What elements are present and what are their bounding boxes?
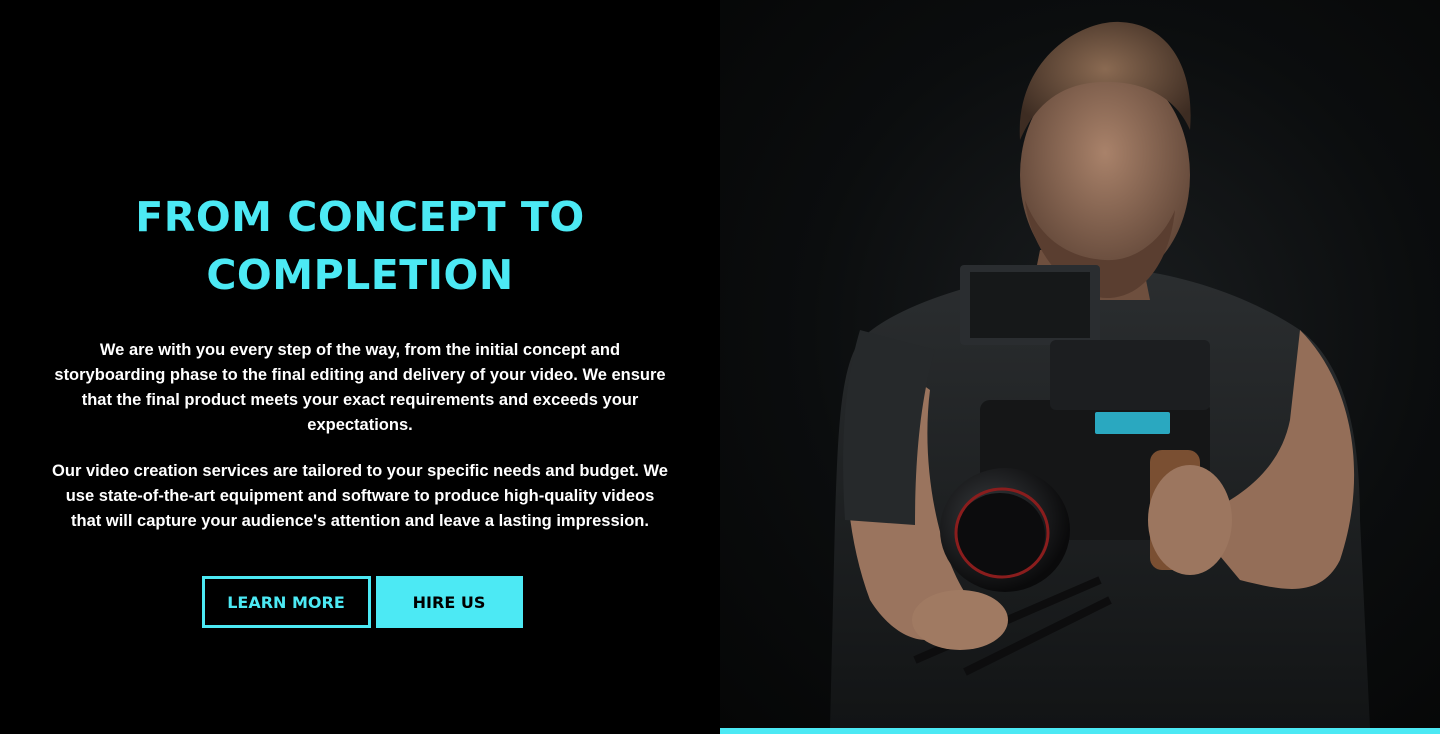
hero-text-panel: FROM CONCEPT TO COMPLETION We are with y… [0, 0, 720, 734]
hero-paragraph-1: We are with you every step of the way, f… [54, 341, 666, 434]
hero-image-panel [720, 0, 1440, 734]
learn-more-button[interactable]: LEARN MORE [201, 576, 371, 628]
hero-paragraph-2: Our video creation services are tailored… [52, 462, 668, 530]
hero-content: FROM CONCEPT TO COMPLETION We are with y… [50, 188, 670, 628]
hero-title-line1: FROM CONCEPT TO [135, 193, 585, 241]
hire-us-button[interactable]: HIRE US [375, 576, 523, 628]
hero-section: FROM CONCEPT TO COMPLETION We are with y… [0, 0, 1440, 734]
accent-bar [720, 728, 1440, 734]
hero-buttons: LEARN MORE HIRE US [50, 576, 670, 628]
hero-title-line2: COMPLETION [206, 251, 514, 299]
hero-title: FROM CONCEPT TO COMPLETION [50, 188, 670, 304]
videographer-photo [830, 21, 1370, 728]
